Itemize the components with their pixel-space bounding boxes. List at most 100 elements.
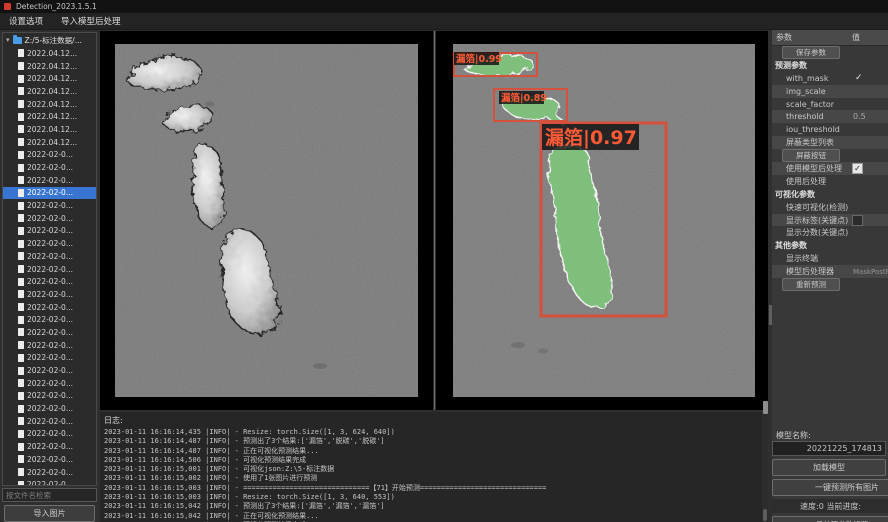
param-row[interactable]: 快速可视化(检测)	[772, 201, 888, 214]
log-area: 日志: 2023-01-11 16:16:14,435 |INFO| - Res…	[100, 412, 768, 522]
tree-item-label: 2022.04.12...	[27, 49, 77, 58]
tree-item[interactable]: 2022.04.12...	[3, 123, 96, 136]
speed-progress-status: 速度:0 当前进度:	[772, 499, 888, 513]
tree-item[interactable]: 2022-02-0...	[3, 377, 96, 390]
param-row[interactable]: img_scale	[772, 85, 888, 98]
tree-item[interactable]: 2022-02-0...	[3, 364, 96, 377]
tree-item[interactable]: 2022-02-0...	[3, 313, 96, 326]
param-row[interactable]: iou_threshold	[772, 123, 888, 136]
model-name-field[interactable]: 20221225_174813	[772, 441, 886, 456]
param-button[interactable]: 屏蔽按钮	[782, 149, 840, 162]
file-icon	[18, 75, 24, 83]
menu-settings[interactable]: 设置选项	[0, 15, 52, 27]
menu-import-postprocess[interactable]: 导入模型后处理	[52, 15, 130, 27]
param-button[interactable]: 保存参数	[782, 46, 840, 59]
file-icon	[18, 62, 24, 70]
tree-item-label: 2022.04.12...	[27, 112, 77, 121]
tree-root[interactable]: ▾ Z:/5-标注数据/...	[3, 33, 96, 47]
tree-item[interactable]: 2022-02-0...	[3, 352, 96, 365]
tree-item[interactable]: 2022-02-0...	[3, 339, 96, 352]
tree-item[interactable]: 2022-02-0...	[3, 149, 96, 162]
log-scrollbar[interactable]	[762, 412, 768, 522]
param-label: 使用后处理	[786, 176, 826, 187]
param-button[interactable]: 重新预测	[782, 278, 840, 291]
splitter-handle[interactable]	[763, 401, 768, 414]
tree-item[interactable]: 2022-02-0...	[3, 466, 96, 479]
tree-item[interactable]: 2022-02-0...	[3, 237, 96, 250]
tree-item[interactable]: 2022-02-0...	[3, 275, 96, 288]
param-row[interactable]: 显示终端	[772, 252, 888, 265]
value-column-header: 值	[852, 32, 860, 43]
tree-item-label: 2022.04.12...	[27, 100, 77, 109]
file-icon	[18, 189, 24, 197]
tree-item[interactable]: 2022-02-0...	[3, 453, 96, 466]
tree-item[interactable]: 2022.04.12...	[3, 60, 96, 73]
file-icon	[18, 252, 24, 260]
param-row[interactable]: threshold0.5	[772, 110, 888, 123]
tree-item[interactable]: 2022-02-0...	[3, 174, 96, 187]
detection-label-text: 漏箔|0.89	[501, 92, 547, 104]
tree-item[interactable]: 2022-02-0...	[3, 288, 96, 301]
tree-item[interactable]: 2022.04.12...	[3, 47, 96, 60]
tree-item[interactable]: 2022-02-0...	[3, 263, 96, 276]
param-row[interactable]: scale_factor	[772, 98, 888, 111]
param-row[interactable]: with_mask✓	[772, 72, 888, 85]
tree-item[interactable]: 2022-02-0...	[3, 326, 96, 339]
file-icon	[18, 87, 24, 95]
log-line: 2023-01-11 16:16:15,003 |INFO| - =======…	[100, 484, 768, 493]
param-row[interactable]: 使用后处理	[772, 175, 888, 188]
tree-item[interactable]: 2022.04.12...	[3, 110, 96, 123]
param-row[interactable]: 模型后处理器MaskPostPro	[772, 265, 888, 278]
tree-item[interactable]: 2022-02-0...	[3, 187, 96, 200]
file-icon	[18, 341, 24, 349]
tree-item-label: 2022-02-0...	[27, 442, 73, 451]
tree-item[interactable]: 2022-02-0...	[3, 390, 96, 403]
tree-item[interactable]: 2022.04.12...	[3, 72, 96, 85]
tree-item[interactable]: 2022-02-0...	[3, 440, 96, 453]
tree-item[interactable]: 2022-02-0...	[3, 250, 96, 263]
load-model-button[interactable]: 加载模型	[772, 459, 886, 476]
filename-search-input[interactable]	[2, 488, 97, 502]
file-icon	[18, 405, 24, 413]
param-label: 显示分数(关键点)	[786, 227, 848, 238]
param-row[interactable]: 显示标签(关键点)	[772, 214, 888, 227]
prediction-image-panel[interactable]: 漏箔|0.99 漏箔|0.89 漏箔|0.97	[436, 31, 768, 410]
checkbox-checked[interactable]: ✓	[852, 163, 863, 174]
file-icon	[18, 227, 24, 235]
tree-item[interactable]: 2022-02-0...	[3, 301, 96, 314]
tree-item-label: 2022.04.12...	[27, 125, 77, 134]
tree-item[interactable]: 2022-02-0	[3, 478, 96, 486]
tree-item[interactable]: 2022-02-0...	[3, 212, 96, 225]
tree-item[interactable]: 2022.04.12...	[3, 98, 96, 111]
param-row[interactable]: 屏蔽类型列表	[772, 136, 888, 149]
tree-item[interactable]: 2022.04.12...	[3, 136, 96, 149]
param-section-header: 可视化参数	[772, 188, 888, 201]
tree-item[interactable]: 2022-02-0...	[3, 402, 96, 415]
param-row[interactable]: 显示分数(关键点)	[772, 226, 888, 239]
tree-item[interactable]: 2022-02-0...	[3, 415, 96, 428]
log-line: 2023-01-11 16:16:14,506 |INFO| - 可视化预测结果…	[100, 456, 768, 465]
tree-item-label: 2022-02-0...	[27, 188, 73, 197]
tree-item-label: 2022-02-0...	[27, 455, 73, 464]
param-label: 屏蔽类型列表	[786, 137, 834, 148]
tree-item[interactable]: 2022-02-0...	[3, 161, 96, 174]
tree-item[interactable]: 2022-02-0...	[3, 199, 96, 212]
tree-item-label: 2022-02-0...	[27, 353, 73, 362]
param-row[interactable]: 使用模型后处理 ✓	[772, 162, 888, 175]
tree-item[interactable]: 2022.04.12...	[3, 85, 96, 98]
checkbox-unchecked[interactable]	[852, 215, 863, 226]
file-icon	[18, 379, 24, 387]
tree-item[interactable]: 2022-02-0...	[3, 225, 96, 238]
postprocess-settings-button[interactable]: 后处理参数设置	[772, 516, 888, 522]
tree-item-label: 2022-02-0...	[27, 315, 73, 324]
file-icon	[18, 214, 24, 222]
param-label: 其他参数	[775, 240, 807, 251]
import-images-button[interactable]: 导入图片	[4, 505, 95, 522]
tree-item[interactable]: 2022-02-0...	[3, 428, 96, 441]
param-label: iou_threshold	[786, 125, 840, 134]
original-image-panel[interactable]	[100, 31, 433, 410]
expand-arrow-icon[interactable]: ▾	[6, 36, 10, 44]
predict-all-button[interactable]: 一键预测所有图片	[772, 479, 888, 496]
param-label: 使用模型后处理	[786, 163, 842, 174]
log-scrollbar-thumb[interactable]	[763, 509, 767, 521]
